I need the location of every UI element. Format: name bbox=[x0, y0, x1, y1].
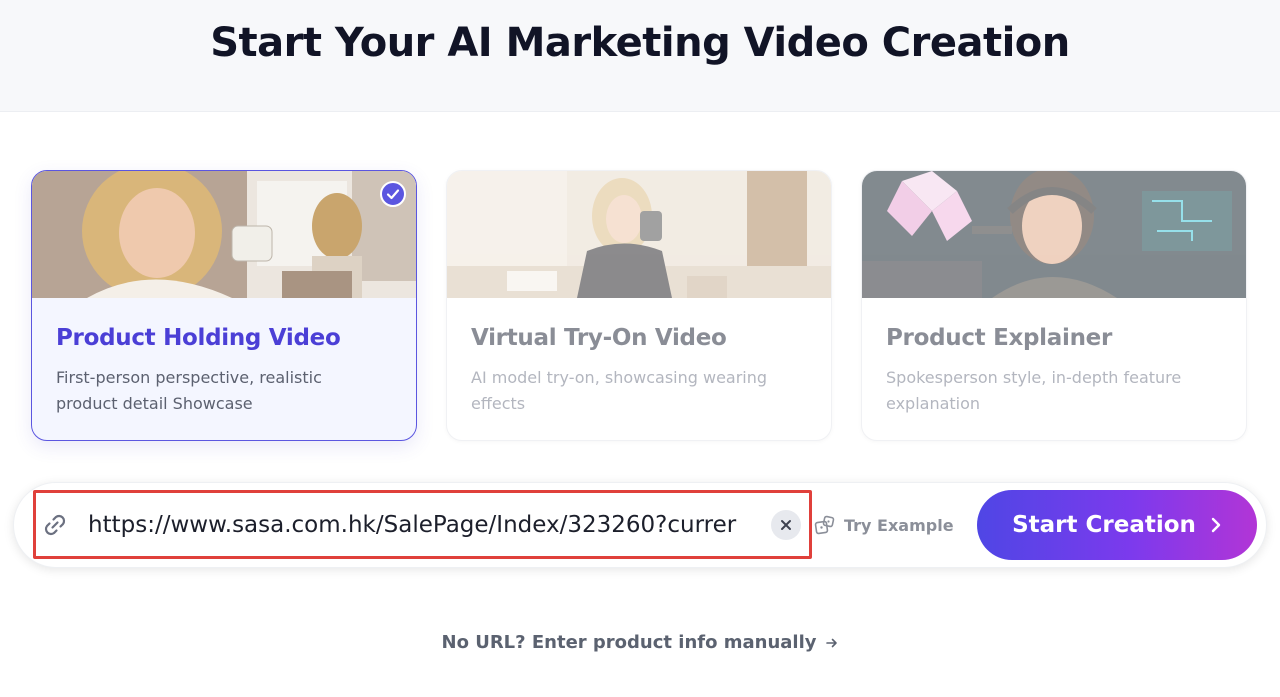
try-example-button[interactable]: Try Example bbox=[814, 512, 954, 538]
card-title: Virtual Try-On Video bbox=[471, 325, 727, 351]
card-description: First-person perspective, realistic prod… bbox=[56, 368, 322, 413]
card-description: AI model try-on, showcasing wearing effe… bbox=[471, 368, 768, 413]
card-title: Product Explainer bbox=[886, 325, 1112, 351]
close-icon bbox=[781, 520, 791, 530]
thumbnail-image bbox=[32, 171, 416, 298]
card-title: Product Holding Video bbox=[56, 325, 341, 351]
card-product-holding-video[interactable]: Product Holding Video First-person persp… bbox=[31, 170, 417, 441]
card-product-explainer[interactable]: Product Explainer Spokesperson style, in… bbox=[861, 170, 1247, 441]
thumbnail-image bbox=[862, 171, 1246, 298]
manual-entry-link[interactable]: No URL? Enter product info manually bbox=[0, 632, 1280, 653]
selected-check-icon bbox=[380, 181, 406, 207]
card-thumbnail-virtual-try-on bbox=[447, 171, 831, 298]
try-example-label: Try Example bbox=[844, 515, 954, 535]
start-creation-label: Start Creation bbox=[1012, 512, 1196, 538]
link-icon bbox=[44, 514, 66, 536]
dice-icon bbox=[814, 515, 835, 535]
page-title: Start Your AI Marketing Video Creation bbox=[210, 20, 1070, 66]
manual-entry-label: No URL? Enter product info manually bbox=[441, 632, 817, 653]
thumbnail-image bbox=[447, 171, 831, 298]
card-description: Spokesperson style, in-depth feature exp… bbox=[886, 368, 1182, 413]
url-input[interactable] bbox=[88, 505, 768, 545]
start-creation-button[interactable]: Start Creation bbox=[977, 490, 1257, 560]
card-thumbnail-product-explainer bbox=[862, 171, 1246, 298]
card-thumbnail-product-holding bbox=[32, 171, 416, 298]
clear-url-button[interactable] bbox=[771, 510, 801, 540]
chevron-right-icon bbox=[1211, 517, 1221, 533]
arrow-right-icon bbox=[825, 638, 837, 647]
card-virtual-try-on-video[interactable]: Virtual Try-On Video AI model try-on, sh… bbox=[446, 170, 832, 441]
